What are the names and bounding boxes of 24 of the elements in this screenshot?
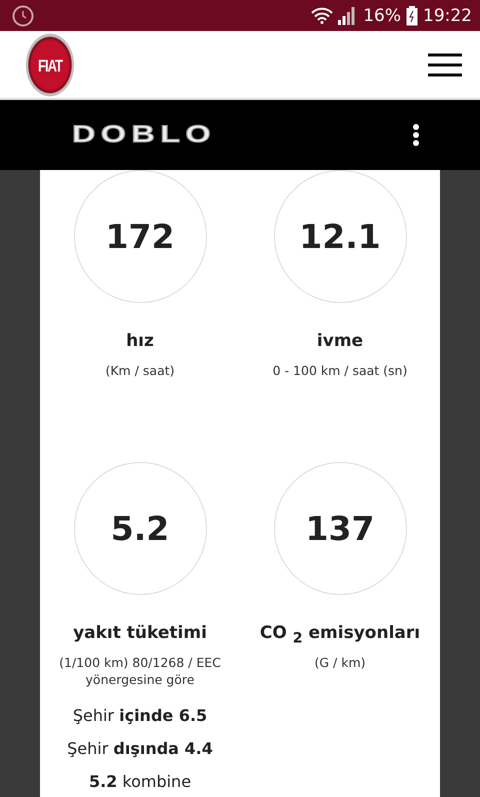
consumption-detail: Şehir dışında 4.4 xyxy=(67,738,213,760)
spec-label: hız xyxy=(126,330,154,352)
spec-unit: (G / km) xyxy=(314,654,366,671)
battery-percentage: 16% xyxy=(363,6,401,26)
clock-icon xyxy=(12,4,34,26)
spec-label: yakıt tüketimi xyxy=(73,622,207,644)
spec-label: CO $_{2}$ emisyonları xyxy=(260,622,420,644)
spec-label: ivme xyxy=(316,330,364,352)
spec-unit: (Km / saat) xyxy=(105,362,175,379)
clock-time: 19:22 xyxy=(423,6,472,26)
menu-icon[interactable] xyxy=(428,52,462,76)
battery-charging-icon xyxy=(406,6,418,26)
spec-unit: (1/100 km) 80/1268 / EEC yönergesine göre xyxy=(58,654,222,688)
wifi-icon xyxy=(311,7,334,24)
spec-value: 12.1 xyxy=(274,170,406,303)
brand-logo[interactable]: FIAT xyxy=(26,33,74,96)
spec-value: 172 xyxy=(74,170,206,303)
consumption-detail: Şehir içinde 6.5 xyxy=(72,705,208,727)
spec-value: 5.2 xyxy=(74,462,206,595)
consumption-detail: 5.2 kombine xyxy=(88,771,192,793)
more-options-icon[interactable] xyxy=(412,123,420,147)
model-logo: DOBLO xyxy=(72,121,216,149)
spec-value: 137 xyxy=(274,462,406,595)
spec-unit: 0 - 100 km / saat (sn) xyxy=(272,362,408,379)
